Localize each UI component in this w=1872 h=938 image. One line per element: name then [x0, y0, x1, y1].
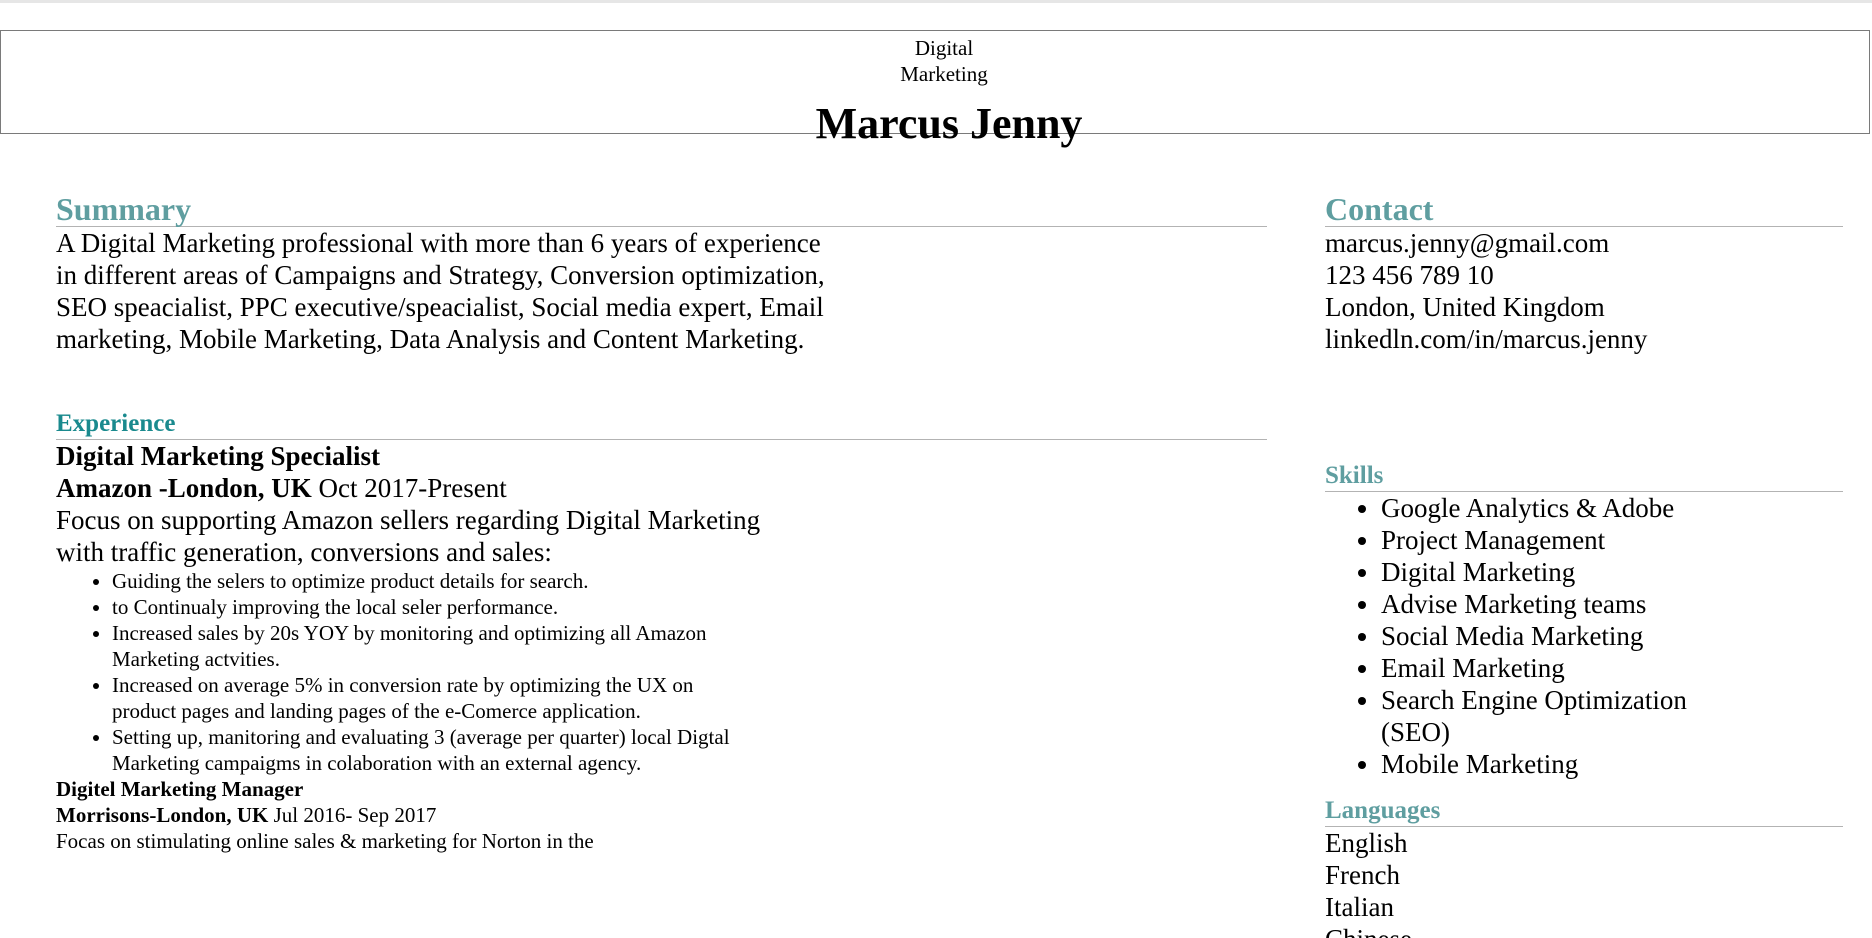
job-meta: Morrisons-London, UK Jul 2016- Sep 2017	[56, 802, 1267, 828]
contact-linkedin[interactable]: linkedln.com/in/marcus.jenny	[1325, 323, 1843, 355]
job-meta: Amazon -London, UK Oct 2017-Present	[56, 472, 1267, 504]
contact-email[interactable]: marcus.jenny@gmail.com	[1325, 227, 1843, 259]
list-item: Google Analytics & Adobe	[1381, 492, 1721, 524]
job-company: Amazon -London, UK	[56, 473, 312, 503]
summary-section: Summary A Digital Marketing professional…	[56, 192, 1267, 355]
contact-list: marcus.jenny@gmail.com 123 456 789 10 Lo…	[1325, 227, 1843, 355]
list-item: Setting up, manitoring and evaluating 3 …	[112, 724, 742, 776]
list-item: to Continualy improving the local seler …	[112, 594, 742, 620]
languages-heading: Languages	[1325, 796, 1843, 827]
job-description: Focus on supporting Amazon sellers regar…	[56, 505, 761, 567]
list-item: Social Media Marketing	[1381, 620, 1721, 652]
contact-phone: 123 456 789 10	[1325, 260, 1494, 290]
summary-text: A Digital Marketing professional with mo…	[56, 228, 825, 354]
candidate-name: Marcus Jenny	[815, 99, 1083, 148]
list-item: Chinese	[1325, 923, 1843, 938]
list-item: Project Management	[1381, 524, 1721, 556]
job-title: Digitel Marketing Manager	[56, 777, 304, 801]
list-item: French	[1325, 860, 1400, 890]
experience-heading: Experience	[56, 409, 1267, 440]
skills-heading: Skills	[1325, 461, 1843, 492]
languages-list: English French Italian Chinese	[1325, 827, 1843, 938]
resume-page: Digital Marketing Marcus Jenny Summary A…	[0, 0, 1872, 938]
job-dates: Oct 2017-Present	[318, 473, 507, 503]
top-strip	[0, 0, 1872, 3]
header-legend: Digital Marketing	[891, 35, 997, 87]
job-dates: Jul 2016- Sep 2017	[273, 803, 437, 827]
job-title: Digital Marketing Specialist	[56, 441, 380, 471]
summary-heading: Summary	[56, 192, 1267, 227]
right-column: Contact marcus.jenny@gmail.com 123 456 7…	[1325, 192, 1843, 938]
list-item: Increased on average 5% in conversion ra…	[112, 672, 742, 724]
contact-section: Contact marcus.jenny@gmail.com 123 456 7…	[1325, 192, 1843, 355]
list-item: Advise Marketing teams	[1381, 588, 1721, 620]
list-item: Digital Marketing	[1381, 556, 1721, 588]
job-entry: Digital Marketing Specialist Amazon -Lon…	[56, 440, 1267, 776]
left-column: Summary A Digital Marketing professional…	[56, 192, 1267, 854]
contact-heading: Contact	[1325, 192, 1843, 227]
skills-section: Skills Google Analytics & Adobe Project …	[1325, 461, 1843, 780]
list-item: English	[1325, 828, 1408, 858]
list-item: Email Marketing	[1381, 652, 1721, 684]
job-entry: Digitel Marketing Manager Morrisons-Lond…	[56, 776, 1267, 854]
experience-section: Experience Digital Marketing Specialist …	[56, 409, 1267, 854]
languages-section: Languages English French Italian Chinese	[1325, 796, 1843, 938]
job-bullets: Guiding the selers to optimize product d…	[56, 568, 742, 776]
list-item: Mobile Marketing	[1381, 748, 1721, 780]
job-company: Morrisons-London, UK	[56, 803, 269, 827]
list-item: Increased sales by 20s YOY by monitoring…	[112, 620, 742, 672]
list-item: Italian	[1325, 892, 1394, 922]
list-item: Search Engine Optimization (SEO)	[1381, 684, 1721, 748]
list-item: Guiding the selers to optimize product d…	[112, 568, 742, 594]
contact-location: London, United Kingdom	[1325, 292, 1605, 322]
job-description: Focas on stimulating online sales & mark…	[56, 829, 594, 853]
skills-list: Google Analytics & Adobe Project Managem…	[1325, 492, 1721, 780]
header-box: Digital Marketing Marcus Jenny	[0, 30, 1870, 148]
